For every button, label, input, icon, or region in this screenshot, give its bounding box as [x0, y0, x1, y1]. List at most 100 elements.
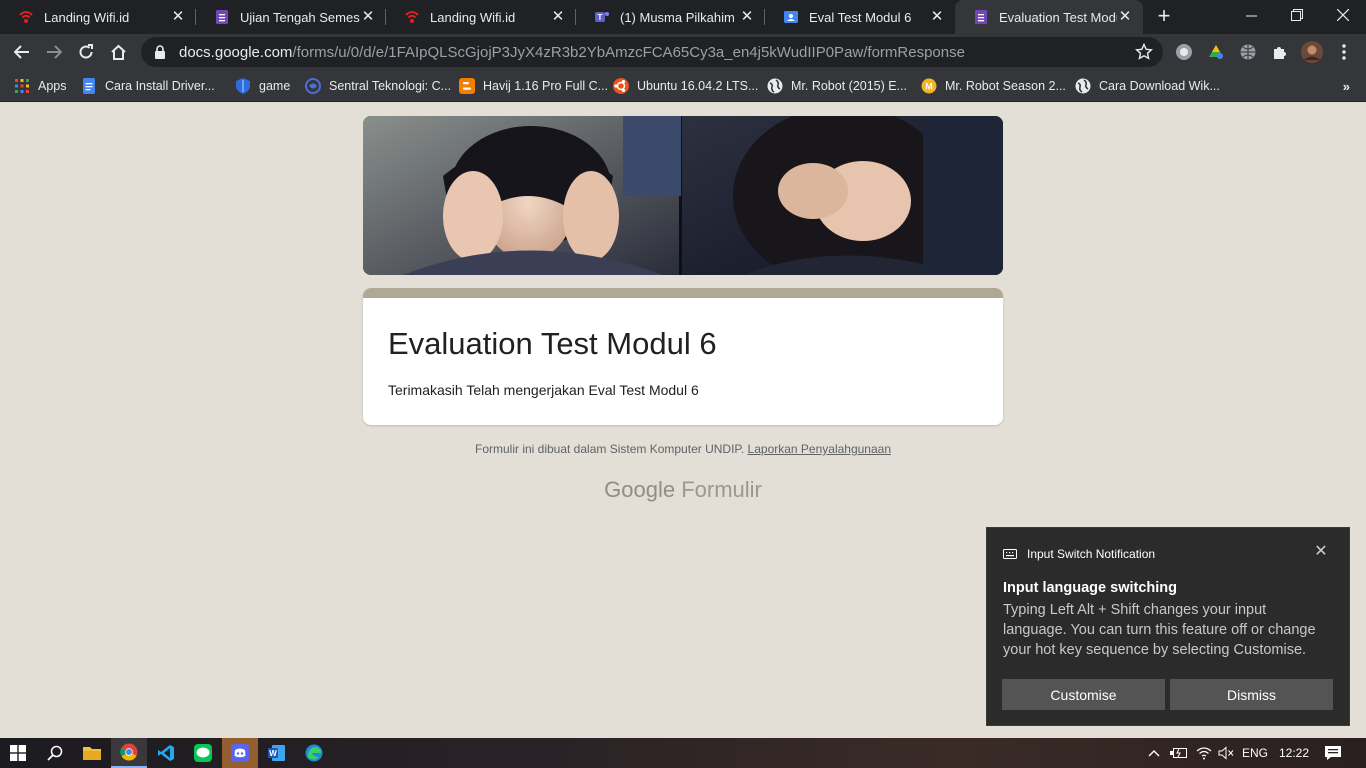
tab-title: Landing Wifi.id [430, 9, 516, 25]
browser-tab-strip: Landing Wifi.id ✕ Ujian Tengah Semester … [0, 0, 1366, 34]
wifi-icon[interactable] [1194, 738, 1214, 768]
bookmark-mr-robot-season-2[interactable]: M Mr. Robot Season 2... [921, 76, 1066, 96]
bookmark-label: Apps [38, 79, 67, 93]
url-host: docs.google.com [179, 43, 293, 61]
apps-grid-icon [14, 78, 30, 94]
tab-title: Evaluation Test Modul 6 [999, 9, 1117, 25]
url-path: /forms/u/0/d/e/1FAIpQLScGjojP3JyX4zR3b2Y… [292, 43, 965, 61]
action-center-icon[interactable] [1318, 738, 1348, 768]
m-icon: M [921, 78, 937, 94]
report-abuse-link[interactable]: Laporkan Penyalahgunaan [748, 442, 891, 456]
file-explorer-icon[interactable] [74, 738, 110, 768]
close-window-button[interactable] [1320, 0, 1366, 30]
bookmark-star-icon[interactable] [1135, 43, 1153, 61]
bookmarks-bar: Apps Cara Install Driver... game Sentral… [0, 70, 1366, 102]
tab-title: (1) Musma Pilkahim 202 [620, 9, 739, 25]
back-button[interactable] [8, 38, 36, 66]
bookmark-cara-install-driver[interactable]: Cara Install Driver... [81, 76, 215, 96]
new-tab-button[interactable]: + [1153, 5, 1175, 28]
wifi-id-icon [18, 9, 34, 25]
extensions-puzzle-icon[interactable] [1270, 42, 1290, 62]
close-icon[interactable]: ✕ [1117, 9, 1133, 25]
bookmark-label: Mr. Robot (2015) E... [791, 79, 908, 93]
form-confirmation-message: Terimakasih Telah mengerjakan Eval Test … [388, 382, 699, 398]
close-icon[interactable]: ✕ [550, 9, 566, 25]
close-icon[interactable]: ✕ [360, 9, 376, 25]
minimize-button[interactable] [1228, 0, 1274, 30]
clock[interactable]: 12:22 [1274, 738, 1314, 768]
volume-muted-icon[interactable] [1216, 738, 1236, 768]
google-forms-icon [214, 9, 230, 25]
battery-icon[interactable] [1168, 738, 1190, 768]
chrome-taskbar-icon[interactable] [111, 738, 147, 768]
close-icon[interactable]: ✕ [170, 9, 186, 25]
bookmark-ubuntu[interactable]: Ubuntu 16.04.2 LTS... [613, 76, 758, 96]
line-messenger-icon[interactable] [185, 738, 221, 768]
tab-musma-pilkahim[interactable]: T (1) Musma Pilkahim 202 ✕ [576, 0, 765, 34]
lock-icon [155, 45, 165, 59]
forms-wordmark: Formulir [681, 477, 762, 502]
tab-title: Landing Wifi.id [44, 9, 130, 25]
extension-drive-icon[interactable] [1206, 42, 1226, 62]
google-classroom-icon [783, 9, 799, 25]
home-button[interactable] [104, 38, 132, 66]
form-title: Evaluation Test Modul 6 [388, 326, 717, 361]
word-icon[interactable]: W [259, 738, 295, 768]
bookmark-label: Ubuntu 16.04.2 LTS... [637, 79, 759, 93]
form-header-image [363, 116, 1003, 275]
dismiss-button[interactable]: Dismiss [1170, 679, 1333, 710]
bookmark-label: game [259, 79, 291, 93]
tab-eval-test-modul-6[interactable]: Eval Test Modul 6 ✕ [765, 0, 955, 34]
restore-button[interactable] [1274, 0, 1320, 30]
edge-icon[interactable] [296, 738, 332, 768]
bookmark-label: Cara Install Driver... [105, 79, 215, 93]
bookmark-label: Sentral Teknologi: C... [329, 79, 452, 93]
address-bar[interactable]: docs.google.com /forms/u/0/d/e/1FAIpQLSc… [141, 37, 1163, 67]
teams-icon: T [594, 9, 610, 25]
tab-evaluation-test-modul-6[interactable]: Evaluation Test Modul 6 ✕ [955, 0, 1143, 34]
bookmark-label: Cara Download Wik... [1099, 79, 1220, 93]
tab-landing-wifi-1[interactable]: Landing Wifi.id ✕ [0, 0, 196, 34]
notification-header: Input Switch Notification [1003, 547, 1155, 561]
search-icon[interactable] [37, 738, 73, 768]
start-button[interactable] [0, 738, 36, 768]
tab-landing-wifi-2[interactable]: Landing Wifi.id ✕ [386, 0, 576, 34]
tab-title: Eval Test Modul 6 [809, 9, 912, 25]
google-forms-logo[interactable]: Google Formulir [0, 477, 1366, 503]
bookmark-sentral-teknologi[interactable]: Sentral Teknologi: C... [305, 76, 451, 96]
bookmarks-overflow-button[interactable]: » [1343, 79, 1350, 94]
bookmark-mr-robot-2015[interactable]: Mr. Robot (2015) E... [767, 76, 907, 96]
input-switch-notification: Input Switch Notification ✕ Input langua… [986, 527, 1350, 726]
windows-taskbar: W ENG 12:22 [0, 738, 1366, 768]
forward-button[interactable] [40, 38, 68, 66]
bookmark-label: Mr. Robot Season 2... [945, 79, 1066, 93]
reload-button[interactable] [72, 38, 100, 66]
bookmark-cara-download-wik[interactable]: Cara Download Wik... [1075, 76, 1220, 96]
input-language-indicator[interactable]: ENG [1238, 738, 1272, 768]
keyboard-icon [1003, 549, 1017, 559]
globe-icon [767, 78, 783, 94]
bookmark-havij[interactable]: Havij 1.16 Pro Full C... [459, 76, 608, 96]
bookmark-game[interactable]: game [235, 76, 290, 96]
close-icon[interactable]: ✕ [739, 9, 755, 25]
svg-text:M: M [925, 82, 933, 92]
extension-record-icon[interactable] [1174, 42, 1194, 62]
tab-ujian-tengah-semester[interactable]: Ujian Tengah Semester ✕ [196, 0, 386, 34]
notification-body: Typing Left Alt + Shift changes your inp… [1003, 602, 1316, 658]
discord-icon[interactable] [222, 738, 258, 768]
svg-text:W: W [269, 749, 277, 758]
google-wordmark: Google [604, 477, 676, 502]
extension-globe-icon[interactable] [1238, 42, 1258, 62]
browser-toolbar: docs.google.com /forms/u/0/d/e/1FAIpQLSc… [0, 34, 1366, 70]
close-icon[interactable]: ✕ [929, 9, 945, 25]
form-title-card: Evaluation Test Modul 6 Terimakasih Tela… [363, 288, 1003, 425]
ubuntu-icon [613, 78, 629, 94]
profile-avatar[interactable] [1301, 41, 1323, 63]
bookmark-apps[interactable]: Apps [14, 76, 67, 96]
header-photo [363, 116, 1003, 275]
close-icon[interactable]: ✕ [1313, 544, 1329, 560]
menu-kebab-icon[interactable] [1334, 42, 1354, 62]
vscode-icon[interactable] [148, 738, 184, 768]
show-hidden-icons-chevron-up-icon[interactable] [1145, 738, 1163, 768]
customise-button[interactable]: Customise [1002, 679, 1165, 710]
